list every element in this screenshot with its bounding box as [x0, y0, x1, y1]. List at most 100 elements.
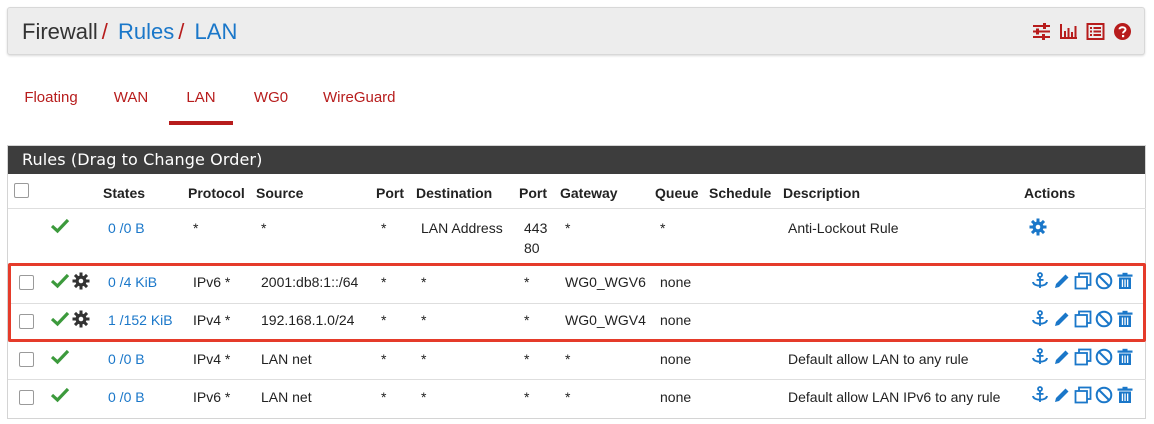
row-destination: * [421, 312, 427, 328]
tab-wireguard[interactable]: WireGuard [323, 80, 396, 125]
row-source: LAN net [261, 389, 312, 405]
column-protocol[interactable]: Protocol [188, 185, 245, 201]
row-states[interactable]: 0 /0 B [108, 350, 145, 368]
anchor-icon[interactable] [1031, 386, 1049, 404]
check-icon [50, 311, 70, 327]
row-gateway: * [565, 389, 571, 405]
breadcrumb-rules[interactable]: Rules [118, 19, 174, 44]
row-source: LAN net [261, 351, 312, 367]
breadcrumb-separator: / [178, 19, 185, 44]
edit-pencil-icon[interactable] [1053, 348, 1071, 366]
breadcrumb: Firewall / Rules / LAN [22, 18, 237, 46]
row-protocol: IPv4 * [193, 351, 231, 367]
row-select-checkbox[interactable] [19, 352, 34, 367]
row-queue: none [660, 274, 692, 290]
row-description: Default allow LAN to any rule [788, 351, 969, 367]
row-source: * [261, 220, 267, 236]
row-gateway: * [565, 351, 571, 367]
row-divider [8, 379, 1146, 380]
row-protocol: IPv6 * [193, 274, 231, 290]
tab-wan[interactable]: WAN [111, 80, 151, 125]
column-description[interactable]: Description [783, 185, 860, 201]
row-port: * [381, 389, 387, 405]
check-icon [50, 273, 70, 289]
row-gateway: WG0_WGV6 [565, 274, 646, 290]
column-gateway[interactable]: Gateway [560, 185, 618, 201]
row-divider [8, 208, 1146, 209]
anchor-icon[interactable] [1031, 272, 1049, 290]
row-select-checkbox[interactable] [19, 390, 34, 405]
row-port: * [381, 312, 387, 328]
row-states[interactable]: 1 /152 KiB [108, 311, 173, 329]
row-destination-port: * [524, 389, 530, 405]
list-icon[interactable] [1086, 22, 1105, 41]
row-destination: * [421, 389, 427, 405]
check-icon [50, 218, 70, 234]
edit-pencil-icon[interactable] [1053, 272, 1071, 290]
column-port[interactable]: Port [376, 185, 404, 201]
check-icon [50, 387, 70, 403]
breadcrumb-firewall: Firewall [22, 19, 98, 44]
row-divider [8, 341, 1146, 342]
row-gateway: * [565, 220, 571, 236]
advanced-options-gear-icon [72, 272, 90, 290]
column-schedule[interactable]: Schedule [709, 185, 771, 201]
row-select-checkbox[interactable] [19, 314, 34, 329]
column-states[interactable]: States [103, 185, 145, 201]
disable-ban-icon[interactable] [1095, 348, 1113, 366]
breadcrumb-lan[interactable]: LAN [195, 19, 238, 44]
edit-pencil-icon[interactable] [1053, 386, 1071, 404]
copy-icon[interactable] [1074, 348, 1092, 366]
tab-wg0[interactable]: WG0 [251, 80, 291, 125]
row-destination: * [421, 351, 427, 367]
sliders-icon[interactable] [1032, 22, 1051, 41]
row-protocol: * [193, 220, 199, 236]
row-states[interactable]: 0 /0 B [108, 219, 145, 237]
row-queue: none [660, 312, 692, 328]
advanced-options-gear-icon [72, 310, 90, 328]
anchor-icon[interactable] [1031, 310, 1049, 328]
row-gateway: WG0_WGV4 [565, 312, 646, 328]
column-queue[interactable]: Queue [655, 185, 699, 201]
copy-icon[interactable] [1074, 386, 1092, 404]
bar-chart-icon[interactable] [1059, 22, 1078, 41]
row-states[interactable]: 0 /4 KiB [108, 273, 157, 291]
edit-pencil-icon[interactable] [1053, 310, 1071, 328]
disable-ban-icon[interactable] [1095, 272, 1113, 290]
row-select-checkbox[interactable] [19, 275, 34, 290]
disable-ban-icon[interactable] [1095, 310, 1113, 328]
row-destination: * [421, 274, 427, 290]
row-port: * [381, 274, 387, 290]
row-states[interactable]: 0 /0 B [108, 388, 145, 406]
column-actions: Actions [1024, 185, 1076, 201]
select-all-checkbox[interactable] [14, 183, 29, 198]
help-icon[interactable] [1113, 22, 1132, 41]
column-destination-port[interactable]: Port [519, 185, 547, 201]
disable-ban-icon[interactable] [1095, 386, 1113, 404]
page-header: Firewall / Rules / LAN [7, 7, 1145, 55]
tab-floating[interactable]: Floating [24, 80, 78, 125]
row-queue: none [660, 351, 692, 367]
row-protocol: IPv4 * [193, 312, 231, 328]
row-destination-port: * [524, 274, 530, 290]
row-destination-port: * [524, 351, 530, 367]
check-icon [50, 349, 70, 365]
row-source: 192.168.1.0/24 [261, 312, 355, 328]
copy-icon[interactable] [1074, 310, 1092, 328]
breadcrumb-separator: / [101, 19, 108, 44]
copy-icon[interactable] [1074, 272, 1092, 290]
column-source[interactable]: Source [256, 185, 303, 201]
delete-trash-icon[interactable] [1116, 386, 1134, 404]
delete-trash-icon[interactable] [1116, 348, 1134, 366]
tab-lan[interactable]: LAN [169, 80, 233, 125]
delete-trash-icon[interactable] [1116, 272, 1134, 290]
delete-trash-icon[interactable] [1116, 310, 1134, 328]
anchor-icon[interactable] [1031, 348, 1049, 366]
row-description: Default allow LAN IPv6 to any rule [788, 389, 1001, 405]
row-destination-port: * [524, 312, 530, 328]
row-divider [8, 303, 1146, 304]
row-queue: none [660, 389, 692, 405]
panel-heading: Rules (Drag to Change Order) [8, 146, 1145, 174]
column-destination[interactable]: Destination [416, 185, 492, 201]
gear-icon[interactable] [1029, 218, 1047, 236]
